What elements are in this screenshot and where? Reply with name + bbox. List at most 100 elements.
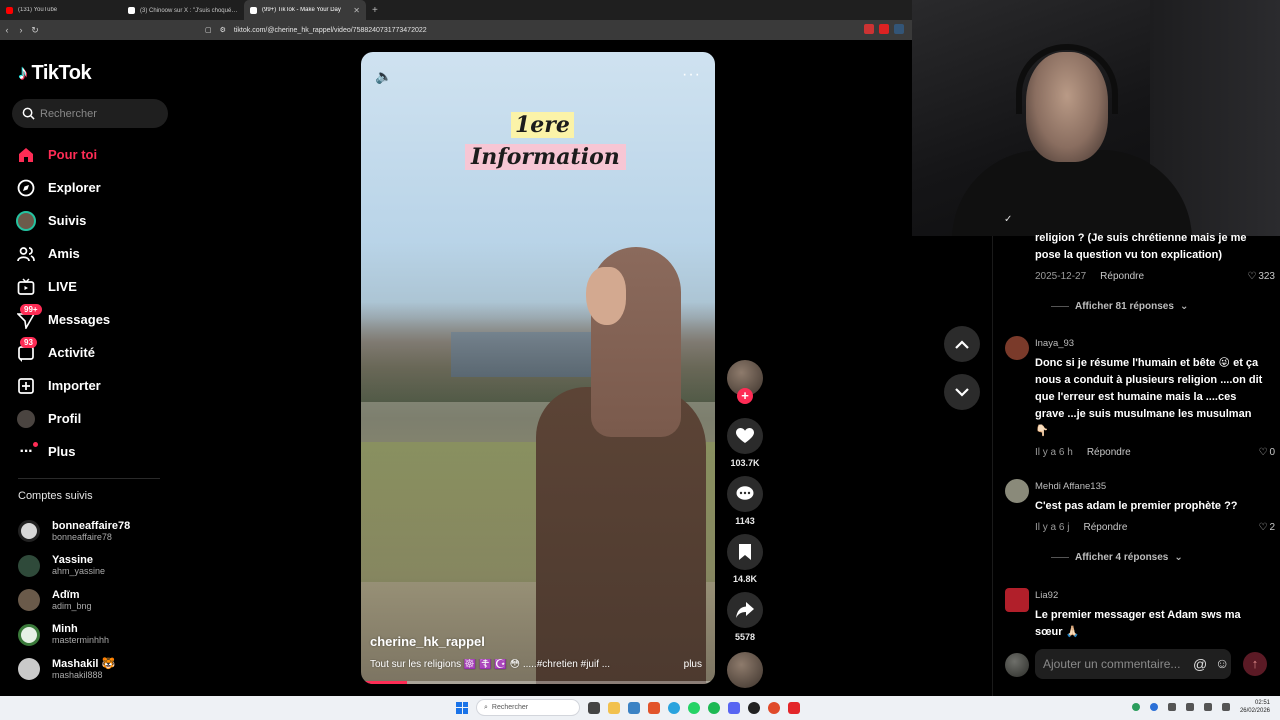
nav-importer[interactable]: Importer xyxy=(16,369,176,402)
comment-action[interactable]: 1143 xyxy=(727,476,763,526)
clock[interactable]: 02:51 26/02/2026 xyxy=(1240,699,1270,715)
share-arrow-icon[interactable] xyxy=(727,592,763,628)
send-button[interactable]: ↑ xyxy=(1243,652,1267,676)
tab-x[interactable]: (3) Chinoow sur X : "J'suis choqué 🤬 xyxy=(122,0,244,20)
more-options-icon[interactable]: ··· xyxy=(682,66,701,84)
share-action[interactable]: 5578 xyxy=(727,592,763,642)
back-icon[interactable]: ‹ xyxy=(0,25,14,35)
emoji-icon[interactable]: ☺ xyxy=(1215,655,1229,671)
sound-disc-icon[interactable] xyxy=(727,652,763,688)
nav-live[interactable]: LIVE xyxy=(16,270,176,303)
nav-pour-toi[interactable]: Pour toi xyxy=(16,138,176,171)
app-icon[interactable] xyxy=(768,701,780,714)
following-item[interactable]: Mashakil 🐯 mashakil888 xyxy=(18,652,178,687)
tray-icon[interactable] xyxy=(1131,703,1140,711)
avatar[interactable] xyxy=(1005,336,1029,360)
volume-icon[interactable]: 🔈 xyxy=(375,68,392,85)
video-author[interactable]: cherine_hk_rappel xyxy=(370,634,485,649)
video-player[interactable]: 1ere Information 🔈 ··· cherine_hk_rappel… xyxy=(361,52,715,684)
save-action[interactable]: 14.8K xyxy=(727,534,763,584)
extension-icon[interactable] xyxy=(879,24,889,34)
network-icon[interactable] xyxy=(1185,703,1194,711)
tiktok-logo[interactable]: ♪ TikTok xyxy=(18,62,92,85)
lightning-icon[interactable] xyxy=(788,701,800,714)
close-tab-icon[interactable]: ✕ xyxy=(353,6,360,15)
following-name: Adïm xyxy=(52,588,80,601)
reload-icon[interactable]: ↻ xyxy=(28,25,42,36)
discord-icon[interactable] xyxy=(728,701,740,714)
reply-button[interactable]: Répondre xyxy=(1100,271,1144,282)
creator-avatar[interactable]: + xyxy=(727,360,763,404)
comment-username[interactable]: Lia92 xyxy=(1035,590,1058,601)
telegram-icon[interactable] xyxy=(668,701,680,714)
tab-label: (3) Chinoow sur X : "J'suis choqué 🤬 xyxy=(140,7,238,14)
spotify-icon[interactable] xyxy=(708,701,720,714)
battery-icon[interactable] xyxy=(1221,703,1230,711)
avatar[interactable] xyxy=(1005,479,1029,503)
comment-like[interactable]: ♡ 2 xyxy=(1258,522,1275,533)
bookmark-icon[interactable]: ▢ xyxy=(205,26,212,34)
comment-like[interactable]: ♡ 323 xyxy=(1247,271,1275,282)
nav-suivis[interactable]: Suivis xyxy=(16,204,176,237)
nav-plus[interactable]: ··· Plus xyxy=(16,435,176,468)
search-box[interactable]: Rechercher xyxy=(12,99,168,128)
following-item[interactable]: Minh masterminhhh xyxy=(18,618,178,653)
extension-icon[interactable] xyxy=(894,24,904,34)
comment-date: Il y a 6 j xyxy=(1035,522,1070,533)
forward-icon[interactable]: › xyxy=(14,25,28,35)
nav-label: Plus xyxy=(48,444,76,459)
follow-button[interactable]: + xyxy=(737,388,753,404)
heart-outline-icon: ♡ xyxy=(1247,271,1257,282)
tab-label: (131) YouTube xyxy=(18,7,58,13)
whatsapp-icon[interactable] xyxy=(688,701,700,714)
following-item[interactable]: Yassine ahm_yassine xyxy=(18,549,178,584)
windows-start-icon[interactable] xyxy=(456,701,468,714)
view-replies-button[interactable]: Afficher 4 réponses ⌄ xyxy=(1051,552,1183,563)
description-more-link[interactable]: plus xyxy=(684,659,702,670)
heart-icon[interactable] xyxy=(727,418,763,454)
comment-like[interactable]: ♡ 0 xyxy=(1258,447,1275,458)
nav-profil[interactable]: Profil xyxy=(16,402,176,435)
nav-messages[interactable]: 99+ Messages xyxy=(16,303,176,336)
following-item[interactable]: bonneaffaire78 bonneaffaire78 xyxy=(18,514,178,549)
mention-icon[interactable]: @ xyxy=(1193,656,1207,672)
bookmark-icon[interactable] xyxy=(727,534,763,570)
view-replies-button[interactable]: Afficher 81 réponses ⌄ xyxy=(1051,301,1188,312)
search-icon xyxy=(22,107,35,120)
nav-explorer[interactable]: Explorer xyxy=(16,171,176,204)
url-field[interactable]: ▢ ⚙ tiktok.com/@cherine_hk_rappel/video/… xyxy=(205,23,765,37)
video-progress-bar[interactable] xyxy=(361,681,715,684)
file-explorer-icon[interactable] xyxy=(628,701,640,714)
nav-label: Suivis xyxy=(48,213,87,228)
volume-icon[interactable] xyxy=(1203,703,1212,711)
previous-video-button[interactable] xyxy=(944,326,980,362)
reply-button[interactable]: Répondre xyxy=(1087,447,1131,458)
extension-icon[interactable] xyxy=(864,24,874,34)
live-tv-icon xyxy=(16,277,36,297)
nav-label: Profil xyxy=(48,411,82,426)
following-handle: masterminhhh xyxy=(52,635,110,646)
obs-icon[interactable] xyxy=(748,701,760,714)
site-info-icon[interactable]: ⚙ xyxy=(220,26,226,34)
comment-icon[interactable] xyxy=(727,476,763,512)
like-action[interactable]: 103.7K xyxy=(727,418,763,468)
taskbar-search[interactable]: ⌕ Rechercher xyxy=(476,699,580,716)
tab-tiktok[interactable]: (99+) TikTok - Make Your Day ✕ xyxy=(244,0,366,20)
comment-username[interactable]: Mehdi Affane135 xyxy=(1035,481,1106,492)
avatar[interactable] xyxy=(1005,588,1029,612)
taskbar-search-label: Rechercher xyxy=(491,704,529,711)
folder-icon[interactable] xyxy=(608,701,620,714)
tray-icon[interactable] xyxy=(1149,703,1158,711)
next-video-button[interactable] xyxy=(944,374,980,410)
brave-icon[interactable] xyxy=(648,701,660,714)
following-item[interactable]: Adïm adim_bng xyxy=(18,583,178,618)
comment-username[interactable]: Inaya_93 xyxy=(1035,338,1074,349)
nav-amis[interactable]: Amis xyxy=(16,237,176,270)
taskview-icon[interactable] xyxy=(588,701,600,714)
tab-youtube[interactable]: (131) YouTube xyxy=(0,0,122,20)
more-dots-icon: ··· xyxy=(16,441,38,462)
nav-activite[interactable]: 93 Activité xyxy=(16,336,176,369)
microphone-icon[interactable] xyxy=(1167,703,1176,711)
reply-button[interactable]: Répondre xyxy=(1083,522,1127,533)
new-tab-button[interactable]: + xyxy=(366,5,384,16)
